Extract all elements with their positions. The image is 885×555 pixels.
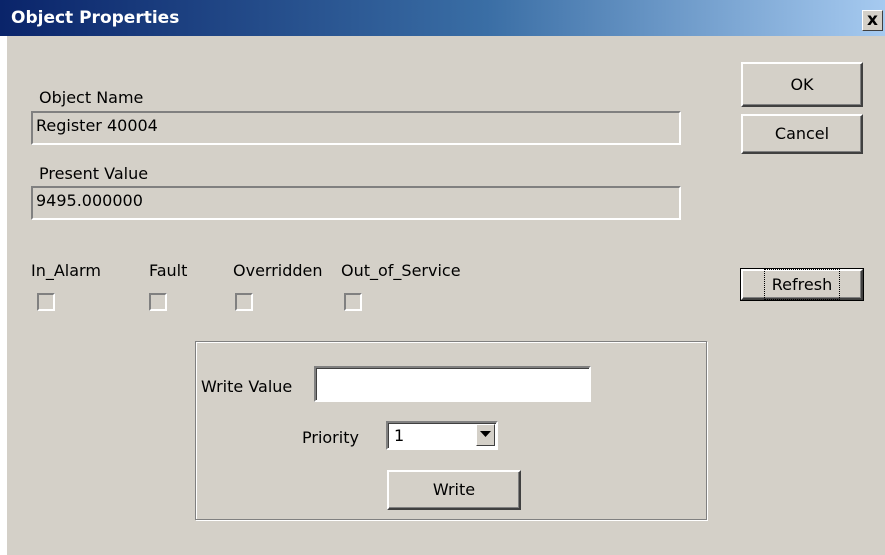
cancel-button[interactable]: Cancel: [741, 114, 863, 154]
close-icon: x: [867, 10, 878, 30]
priority-label: Priority: [302, 428, 359, 447]
window-left-edge: [0, 36, 7, 555]
present-value-value: 9495.000000: [36, 191, 143, 210]
write-value-label: Write Value: [201, 377, 293, 396]
overridden-label: Overridden: [233, 261, 323, 280]
object-name-field: Register 40004: [31, 111, 681, 145]
write-value-input[interactable]: [314, 366, 591, 402]
present-value-label: Present Value: [39, 164, 149, 183]
object-name-value: Register 40004: [36, 116, 158, 135]
window-title: Object Properties: [11, 8, 180, 28]
priority-selected-value: 1: [394, 426, 405, 445]
ok-button-label: OK: [790, 75, 814, 94]
title-bar[interactable]: Object Properties: [0, 0, 885, 36]
present-value-field: 9495.000000: [31, 186, 681, 220]
priority-select[interactable]: 1: [386, 421, 498, 450]
cancel-button-label: Cancel: [774, 124, 830, 143]
overridden-checkbox[interactable]: [235, 293, 253, 311]
in-alarm-checkbox[interactable]: [37, 293, 55, 311]
refresh-button-label: Refresh: [763, 269, 841, 300]
ok-button[interactable]: OK: [741, 62, 863, 107]
write-button[interactable]: Write: [387, 470, 521, 510]
dropdown-arrow-button[interactable]: [476, 424, 495, 446]
refresh-button[interactable]: Refresh: [740, 268, 864, 301]
out-of-service-label: Out_of_Service: [341, 261, 461, 280]
chevron-down-icon: [480, 431, 491, 437]
write-button-label: Write: [432, 480, 476, 499]
in-alarm-label: In_Alarm: [31, 261, 101, 280]
out-of-service-checkbox[interactable]: [344, 293, 362, 311]
object-name-label: Object Name: [39, 88, 144, 107]
fault-checkbox[interactable]: [149, 293, 167, 311]
close-button[interactable]: x: [862, 10, 883, 31]
fault-label: Fault: [149, 261, 188, 280]
